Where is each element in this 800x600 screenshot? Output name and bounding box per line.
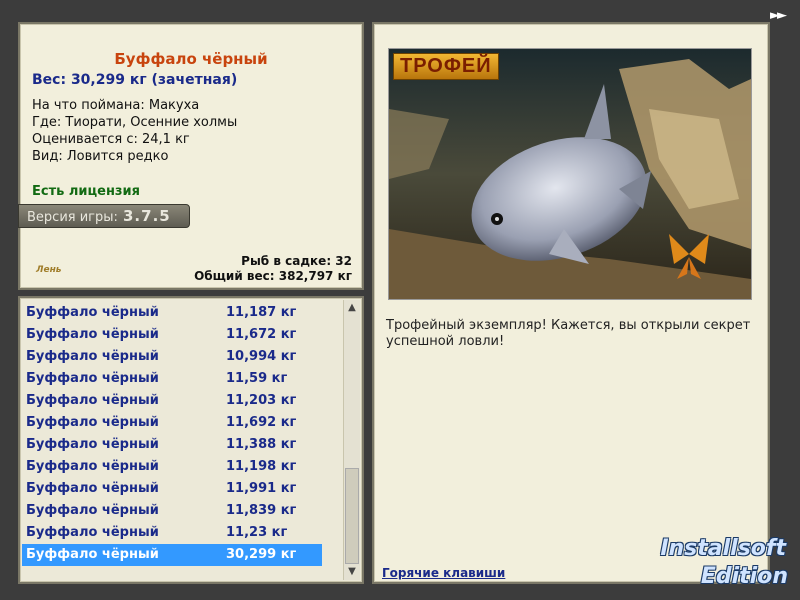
list-item[interactable]: Буффало чёрный 11,23 кг <box>22 522 322 544</box>
keepnet-count: Рыб в садке: 32 <box>241 254 352 268</box>
list-item-weight: 30,299 кг <box>226 547 297 562</box>
watermark-line-1: Installsoft <box>660 536 786 561</box>
location-info: Где: Тиорати, Осенние холмы <box>32 115 238 130</box>
list-item-weight: 11,991 кг <box>226 481 297 496</box>
species-rarity-info: Вид: Ловится редко <box>32 149 169 164</box>
mini-logo: Лень <box>36 265 62 275</box>
watermark-line-2: Edition <box>700 564 788 589</box>
list-item-weight: 11,59 кг <box>226 371 288 386</box>
list-item[interactable]: Буффало чёрный 11,839 кг <box>22 500 322 522</box>
scroll-down-icon[interactable]: ▼ <box>344 564 360 580</box>
list-item-weight: 11,839 кг <box>226 503 297 518</box>
version-value: 3.7.5 <box>123 207 171 225</box>
list-item-name: Буффало чёрный <box>26 459 159 474</box>
list-item-name: Буффало чёрный <box>26 305 159 320</box>
rated-from-info: Оценивается с: 24,1 кг <box>32 132 190 147</box>
forward-icon[interactable]: ►► <box>770 8 792 24</box>
list-item-name: Буффало чёрный <box>26 415 159 430</box>
fish-info-panel: Буффало чёрный Вес: 30,299 кг (зачетная)… <box>18 22 364 290</box>
license-status: Есть лицензия <box>32 184 140 199</box>
list-item-weight: 11,692 кг <box>226 415 297 430</box>
list-item-name: Буффало чёрный <box>26 437 159 452</box>
list-item-weight: 11,203 кг <box>226 393 297 408</box>
list-item-weight: 10,994 кг <box>226 349 297 364</box>
fish-weight: Вес: 30,299 кг (зачетная) <box>32 72 238 88</box>
bait-info: На что поймана: Макуха <box>32 98 200 113</box>
list-item-name: Буффало чёрный <box>26 481 159 496</box>
catch-list-panel[interactable]: Буффало чёрный 11,187 кг Буффало чёрный 11,… <box>18 296 364 584</box>
list-item[interactable]: Буффало чёрный 11,692 кг <box>22 412 322 434</box>
list-item[interactable]: Буффало чёрный 10,994 кг <box>22 346 322 368</box>
list-item-name: Буффало чёрный <box>26 327 159 342</box>
scroll-up-icon[interactable]: ▲ <box>344 300 360 316</box>
list-item-weight: 11,23 кг <box>226 525 288 540</box>
list-item-name: Буффало чёрный <box>26 547 159 562</box>
version-label: Версия игры: <box>27 210 118 225</box>
trophy-caption: Трофейный экземпляр! Кажется, вы открыли… <box>386 318 751 349</box>
fish-image <box>389 49 751 299</box>
list-item[interactable]: Буффало чёрный 30,299 кг <box>22 544 322 566</box>
list-item[interactable]: Буффало чёрный 11,187 кг <box>22 302 322 324</box>
list-item-name: Буффало чёрный <box>26 349 159 364</box>
installsoft-watermark: Installsoft Edition <box>640 520 800 600</box>
list-item-name: Буффало чёрный <box>26 371 159 386</box>
fish-detail-panel: ТРОФЕЙ Трофейный экземпляр! Кажется, вы … <box>372 22 770 584</box>
list-item[interactable]: Буффало чёрный 11,203 кг <box>22 390 322 412</box>
list-item-weight: 11,672 кг <box>226 327 297 342</box>
list-item-weight: 11,187 кг <box>226 305 297 320</box>
hotkeys-link[interactable]: Горячие клавиши <box>382 566 505 580</box>
list-item-name: Буффало чёрный <box>26 525 159 540</box>
list-item[interactable]: Буффало чёрный 11,388 кг <box>22 434 322 456</box>
list-item-name: Буффало чёрный <box>26 393 159 408</box>
list-item-weight: 11,198 кг <box>226 459 297 474</box>
list-item[interactable]: Буффало чёрный 11,198 кг <box>22 456 322 478</box>
list-item[interactable]: Буффало чёрный 11,59 кг <box>22 368 322 390</box>
trophy-badge: ТРОФЕЙ <box>393 53 499 80</box>
keepnet-total-weight: Общий вес: 382,797 кг <box>194 269 352 283</box>
list-item-name: Буффало чёрный <box>26 503 159 518</box>
list-item[interactable]: Буффало чёрный 11,672 кг <box>22 324 322 346</box>
list-item-weight: 11,388 кг <box>226 437 297 452</box>
version-badge: Версия игры: 3.7.5 <box>18 204 190 228</box>
list-item[interactable]: Буффало чёрный 11,991 кг <box>22 478 322 500</box>
scrollbar-thumb[interactable] <box>345 468 359 564</box>
fish-name-title: Буффало чёрный <box>114 50 268 68</box>
list-scrollbar[interactable]: ▲ ▼ <box>343 300 360 580</box>
trophy-fish-photo: ТРОФЕЙ <box>388 48 752 300</box>
